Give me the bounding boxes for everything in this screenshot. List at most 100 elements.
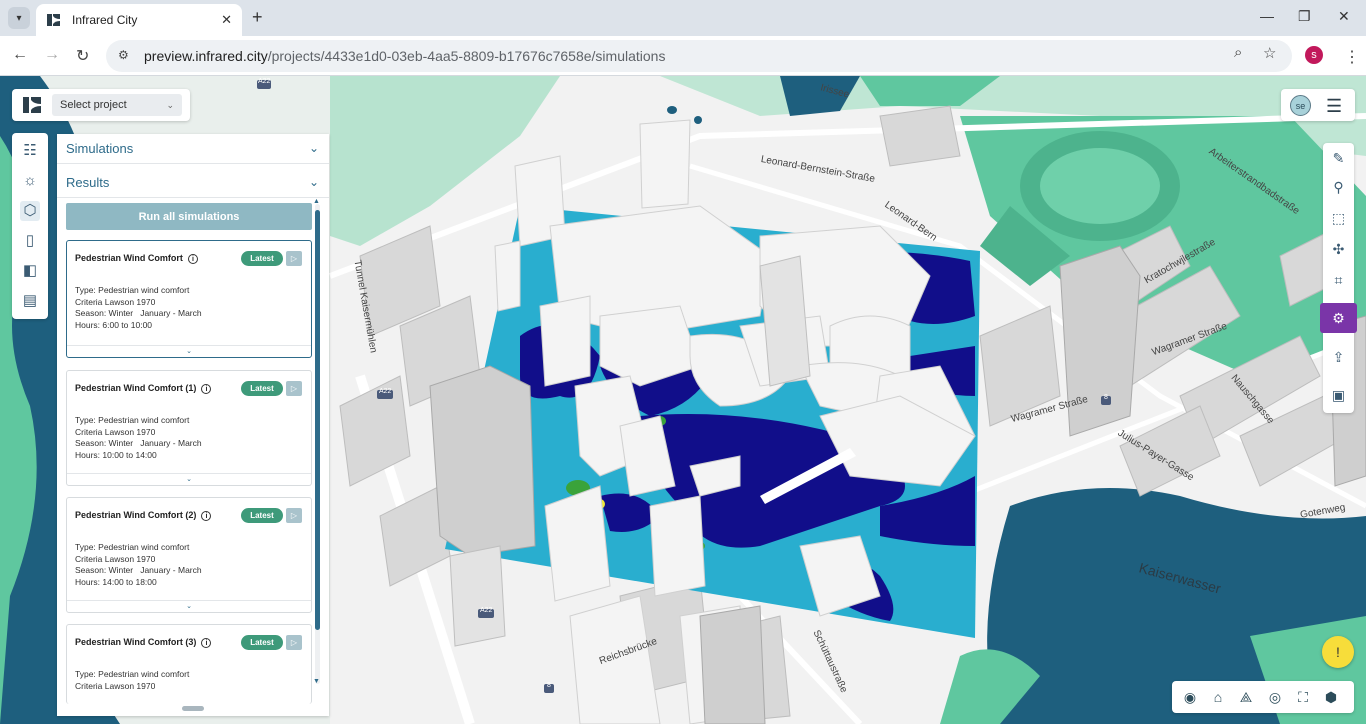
report-icon[interactable]: ▤ — [20, 291, 40, 311]
result-card[interactable]: Pedestrian Wind Comfort i Latest ▷ Type: … — [66, 240, 312, 358]
new-tab-icon[interactable]: + — [252, 7, 263, 28]
tab-close-icon[interactable]: ✕ — [221, 12, 232, 28]
results-accordion[interactable]: Results ⌄ — [57, 168, 329, 198]
play-icon[interactable]: ▷ — [286, 635, 302, 650]
browser-tab[interactable]: Infrared City ✕ — [36, 4, 242, 36]
upload-icon[interactable]: ⇪ — [1328, 347, 1349, 368]
cube-icon[interactable]: ⬡ — [20, 201, 40, 221]
expand-chevron-icon[interactable]: ⌄ — [67, 473, 311, 485]
scan-icon[interactable]: ⌗ — [1328, 270, 1349, 291]
card-details: Type: Pedestrian wind comfort Criteria L… — [75, 669, 189, 692]
result-card[interactable]: Pedestrian Wind Comfort (3) i Latest ▷ Ty… — [66, 624, 312, 704]
profile-avatar[interactable]: s — [1305, 46, 1323, 64]
compass-icon[interactable]: ◉ — [1181, 688, 1199, 706]
user-location-icon[interactable]: ⚲ — [1328, 177, 1349, 198]
card-title-text: Pedestrian Wind Comfort — [75, 253, 183, 263]
panels-icon[interactable]: ▯ — [20, 231, 40, 251]
results-header-label: Results — [66, 175, 110, 190]
url-path: /projects/4433e1d0-03eb-4aa5-8809-b17676… — [267, 48, 666, 64]
infrared-logo-icon[interactable] — [22, 95, 42, 115]
play-icon[interactable]: ▷ — [286, 508, 302, 523]
card-hours: Hours: 14:00 to 18:00 — [75, 576, 157, 587]
left-toolbar: ☷ ☼ ⬡ ▯ ◧ ▤ — [12, 133, 48, 319]
card-title-text: Pedestrian Wind Comfort (3) — [75, 637, 197, 647]
zoom-icon[interactable]: ⌕ — [1234, 44, 1242, 61]
tab-title: Infrared City — [72, 13, 138, 27]
card-hours: Hours: 10:00 to 14:00 — [75, 449, 157, 460]
chevron-down-icon: ⌄ — [308, 175, 319, 189]
simulations-header-label: Simulations — [66, 141, 134, 156]
play-icon[interactable]: ▷ — [286, 381, 302, 396]
scroll-thumb[interactable] — [315, 210, 320, 630]
back-icon[interactable]: ← — [12, 46, 28, 64]
browser-menu-icon[interactable]: ⋮ — [1344, 47, 1360, 67]
card-title: Pedestrian Wind Comfort (1) i — [75, 383, 212, 394]
info-icon[interactable]: i — [187, 253, 198, 264]
card-type: Type: Pedestrian wind comfort — [75, 285, 190, 295]
url-text: preview.infrared.city/projects/4433e1d0-… — [144, 48, 665, 64]
road-shield-8-2: 8 — [547, 682, 551, 689]
robot-icon[interactable]: ⚙ — [1320, 303, 1357, 333]
hamburger-menu-icon[interactable]: ☰ — [1326, 96, 1342, 117]
latest-badge: Latest — [241, 508, 283, 523]
sun-icon[interactable]: ☼ — [20, 171, 40, 191]
chevron-down-icon: ⌄ — [308, 141, 319, 155]
card-criteria: Criteria Lawson 1970 — [75, 553, 156, 564]
road-shield-a22-1: A22 — [258, 78, 271, 85]
project-select[interactable]: Select project ⌄ — [52, 94, 182, 116]
result-card[interactable]: Pedestrian Wind Comfort (1) i Latest ▷ Ty… — [66, 370, 312, 486]
url-input[interactable]: ⚙ preview.infrared.city/projects/4433e1d… — [106, 40, 1292, 72]
card-title: Pedestrian Wind Comfort i — [75, 253, 198, 264]
reload-icon[interactable]: ↻ — [76, 46, 89, 66]
card-title-text: Pedestrian Wind Comfort (2) — [75, 510, 197, 520]
simulations-accordion[interactable]: Simulations ⌄ — [57, 134, 329, 164]
play-icon[interactable]: ▷ — [286, 251, 302, 266]
minimize-icon[interactable]: — — [1260, 8, 1274, 24]
tab-search-button[interactable]: ▾ — [8, 7, 30, 29]
expand-chevron-icon[interactable]: ⌄ — [67, 345, 311, 357]
result-card[interactable]: Pedestrian Wind Comfort (2) i Latest ▷ Ty… — [66, 497, 312, 613]
eye-icon[interactable]: ◎ — [1266, 688, 1284, 706]
site-info-icon[interactable]: ⚙ — [118, 48, 134, 64]
road-shield-8-1: 8 — [1104, 394, 1108, 401]
card-season: Season: Winter January - March — [75, 308, 202, 318]
project-header: Select project ⌄ — [12, 89, 190, 121]
window-close-icon[interactable]: ✕ — [1338, 8, 1350, 25]
infrared-favicon-icon — [47, 14, 60, 26]
card-criteria: Criteria Lawson 1970 — [75, 426, 156, 437]
info-icon[interactable]: i — [201, 637, 212, 648]
card-details: Type: Pedestrian wind comfort Criteria L… — [75, 285, 202, 331]
card-title-text: Pedestrian Wind Comfort (1) — [75, 383, 197, 393]
card-title: Pedestrian Wind Comfort (2) i — [75, 510, 212, 521]
home-icon[interactable]: ⌂ — [1209, 688, 1227, 706]
latest-badge: Latest — [241, 251, 283, 266]
forward-icon[interactable]: → — [44, 46, 60, 64]
results-scrollbar[interactable] — [315, 204, 320, 684]
info-icon[interactable]: i — [201, 383, 212, 394]
card-title: Pedestrian Wind Comfort (3) i — [75, 637, 212, 648]
save-icon[interactable]: ▣ — [1328, 385, 1349, 406]
panel-resize-handle[interactable] — [182, 706, 204, 711]
project-select-label: Select project — [60, 99, 127, 111]
feedback-chat-icon[interactable]: ! — [1322, 636, 1354, 668]
restore-icon[interactable]: ❐ — [1298, 8, 1311, 25]
frame-icon[interactable]: ⛶ — [1294, 688, 1312, 706]
pin-icon[interactable]: ✣ — [1328, 239, 1349, 260]
sliders-icon[interactable]: ☷ — [20, 141, 40, 161]
card-type: Type: Pedestrian wind comfort — [75, 542, 190, 552]
expand-chevron-icon[interactable]: ⌄ — [67, 600, 311, 612]
card-criteria: Criteria Lawson 1970 — [75, 296, 156, 307]
card-type: Type: Pedestrian wind comfort — [75, 669, 190, 679]
cube-view-icon[interactable]: ⬢ — [1322, 688, 1340, 706]
bookmark-star-icon[interactable]: ☆ — [1263, 44, 1276, 62]
card-criteria: Criteria Lawson 1970 — [75, 680, 156, 691]
info-icon[interactable]: i — [201, 510, 212, 521]
card-type: Type: Pedestrian wind comfort — [75, 415, 190, 425]
select-icon[interactable]: ⬚ — [1328, 208, 1349, 229]
compare-icon[interactable]: ◧ — [20, 261, 40, 281]
user-avatar[interactable]: se — [1290, 95, 1311, 116]
pencil-icon[interactable]: ✎ — [1328, 148, 1349, 169]
run-all-simulations-button[interactable]: Run all simulations — [66, 203, 312, 230]
scroll-down-icon[interactable]: ▼ — [313, 678, 320, 685]
measure-icon[interactable]: ⟁ — [1237, 688, 1255, 706]
